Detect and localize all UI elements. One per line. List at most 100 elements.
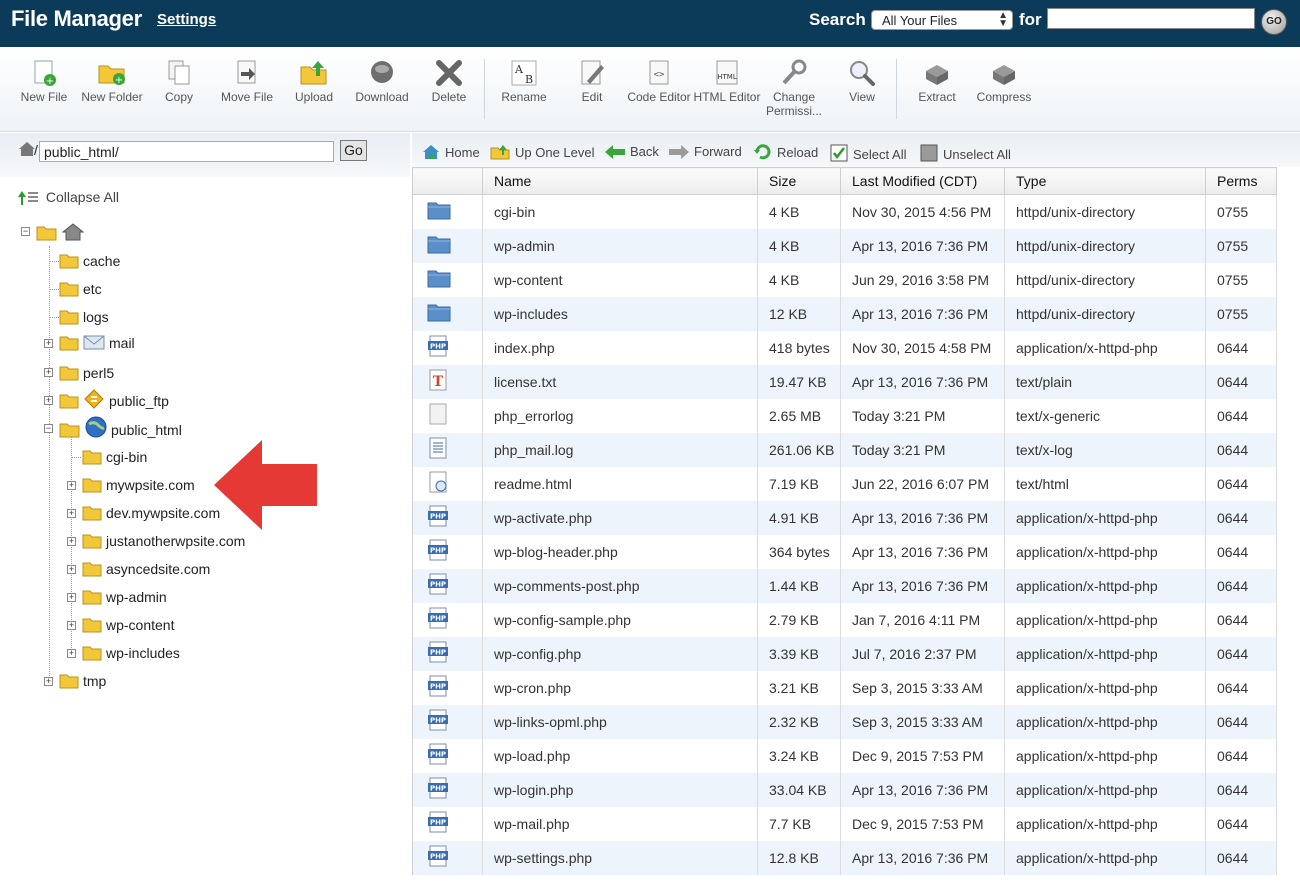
view-button[interactable]: View [827,59,897,104]
copy-button[interactable]: Copy [144,59,214,104]
file-name[interactable]: wp-links-opml.php [482,704,758,739]
tree-item-etc[interactable]: etc [59,281,102,297]
file-perms[interactable]: 0755 [1205,228,1277,263]
file-perms[interactable]: 0644 [1205,806,1277,841]
file-name[interactable]: wp-admin [482,228,758,263]
expand-toggle[interactable]: + [44,396,53,405]
up-one-level-button[interactable]: Up One Level [490,144,595,160]
change-permissions-button[interactable]: Change Permissi... [759,59,829,118]
expand-toggle[interactable]: + [44,677,53,686]
table-row[interactable]: PHP wp-mail.php 7.7 KB Dec 9, 2015 7:53 PM a… [412,806,1277,841]
new-folder-button[interactable]: + New Folder [77,59,147,104]
back-button[interactable]: Back [605,144,659,159]
tree-item-cgi-bin[interactable]: cgi-bin [82,449,147,465]
table-row[interactable]: wp-includes 12 KB Apr 13, 2016 7:36 PM http… [412,296,1277,331]
tree-item-wp-admin[interactable]: wp-admin [82,589,167,605]
unselect-all-button[interactable]: Unselect All [920,144,1011,162]
table-row[interactable]: PHP wp-comments-post.php 1.44 KB Apr 13, 20… [412,568,1277,603]
modified-column-header[interactable]: Last Modified (CDT) [840,167,1005,195]
table-row[interactable]: PHP wp-blog-header.php 364 bytes Apr 13, 20… [412,534,1277,569]
table-row[interactable]: PHP wp-settings.php 12.8 KB Apr 13, 2016 7:… [412,840,1277,875]
file-name[interactable]: wp-blog-header.php [482,534,758,569]
file-name[interactable]: wp-activate.php [482,500,758,535]
file-perms[interactable]: 0644 [1205,466,1277,501]
file-name[interactable]: wp-config-sample.php [482,602,758,637]
tree-item-cache[interactable]: cache [59,253,120,269]
file-name[interactable]: wp-load.php [482,738,758,773]
home-nav-button[interactable]: Home [422,144,480,160]
file-perms[interactable]: 0644 [1205,772,1277,807]
file-name[interactable]: php_errorlog [482,398,758,433]
file-perms[interactable]: 0644 [1205,602,1277,637]
type-column-header[interactable]: Type [1004,167,1206,195]
download-button[interactable]: Download [347,59,417,104]
file-name[interactable]: wp-login.php [482,772,758,807]
size-column-header[interactable]: Size [757,167,841,195]
search-input[interactable] [1047,8,1255,29]
table-row[interactable]: PHP wp-login.php 33.04 KB Apr 13, 2016 7:36… [412,772,1277,807]
file-name[interactable]: license.txt [482,364,758,399]
table-row[interactable]: wp-admin 4 KB Apr 13, 2016 7:36 PM httpd/un… [412,228,1277,263]
file-perms[interactable]: 0755 [1205,262,1277,297]
file-perms[interactable]: 0644 [1205,534,1277,569]
tree-item-wp-includes[interactable]: wp-includes [82,645,180,661]
expand-toggle[interactable]: + [67,621,76,630]
search-go-button[interactable]: GO [1261,9,1287,35]
tree-item-wp-content[interactable]: wp-content [82,617,174,633]
file-perms[interactable]: 0755 [1205,194,1277,229]
tree-item-public-html[interactable]: public_html [59,416,182,438]
tree-item-public-ftp[interactable]: public_ftp [59,389,169,409]
search-scope-select[interactable]: All Your Files ▲ ▼ [871,10,1013,30]
file-name[interactable]: wp-config.php [482,636,758,671]
path-go-button[interactable]: Go [340,140,367,161]
file-name[interactable]: cgi-bin [482,194,758,229]
file-perms[interactable]: 0644 [1205,364,1277,399]
expand-toggle[interactable]: + [67,537,76,546]
table-row[interactable]: PHP index.php 418 bytes Nov 30, 2015 4:58 P… [412,330,1277,365]
table-row[interactable]: PHP wp-cron.php 3.21 KB Sep 3, 2015 3:33 AM… [412,670,1277,705]
html-editor-button[interactable]: HTML HTML Editor [692,59,762,104]
file-name[interactable]: wp-comments-post.php [482,568,758,603]
file-name[interactable]: wp-cron.php [482,670,758,705]
extract-button[interactable]: Extract [902,59,972,104]
file-perms[interactable]: 0644 [1205,840,1277,875]
perms-column-header[interactable]: Perms [1205,167,1277,195]
file-name[interactable]: php_mail.log [482,432,758,467]
expand-toggle[interactable]: + [67,481,76,490]
tree-item-mail[interactable]: mail [59,333,135,351]
move-file-button[interactable]: Move File [212,59,282,104]
file-perms[interactable]: 0644 [1205,432,1277,467]
file-name[interactable]: index.php [482,330,758,365]
file-perms[interactable]: 0644 [1205,636,1277,671]
file-name[interactable]: wp-mail.php [482,806,758,841]
table-row[interactable]: php_errorlog 2.65 MB Today 3:21 PM text/x-g… [412,398,1277,433]
file-perms[interactable]: 0644 [1205,330,1277,365]
expand-toggle[interactable]: + [44,339,53,348]
compress-button[interactable]: Compress [969,59,1039,104]
expand-toggle[interactable]: + [44,368,53,377]
tree-item-asyncedsite-com[interactable]: asyncedsite.com [82,561,210,577]
tree-item-justanotherwpsite-com[interactable]: justanotherwpsite.com [82,533,245,549]
reload-button[interactable]: Reload [754,144,818,160]
expand-toggle[interactable]: + [67,593,76,602]
file-perms[interactable]: 0644 [1205,738,1277,773]
tree-item-perl5[interactable]: perl5 [59,365,114,381]
new-file-button[interactable]: + New File [9,59,79,104]
tree-item-mywpsite-com[interactable]: mywpsite.com [82,477,195,493]
upload-button[interactable]: Upload [279,59,349,104]
tree-item-tmp[interactable]: tmp [59,673,106,689]
table-row[interactable]: PHP wp-config-sample.php 2.79 KB Jan 7, 201… [412,602,1277,637]
code-editor-button[interactable]: <> Code Editor [624,59,694,104]
file-name[interactable]: wp-content [482,262,758,297]
file-perms[interactable]: 0644 [1205,670,1277,705]
file-perms[interactable]: 0644 [1205,500,1277,535]
delete-button[interactable]: Delete [414,59,484,104]
file-perms[interactable]: 0755 [1205,296,1277,331]
tree-item-dev-mywpsite-com[interactable]: dev.mywpsite.com [82,505,220,521]
rename-button[interactable]: AB Rename [489,59,559,104]
table-row[interactable]: PHP wp-links-opml.php 2.32 KB Sep 3, 2015 3… [412,704,1277,739]
table-row[interactable]: PHP wp-load.php 3.24 KB Dec 9, 2015 7:53 PM… [412,738,1277,773]
file-perms[interactable]: 0644 [1205,398,1277,433]
collapse-all-button[interactable]: Collapse All [18,189,119,205]
expand-toggle[interactable]: + [67,509,76,518]
